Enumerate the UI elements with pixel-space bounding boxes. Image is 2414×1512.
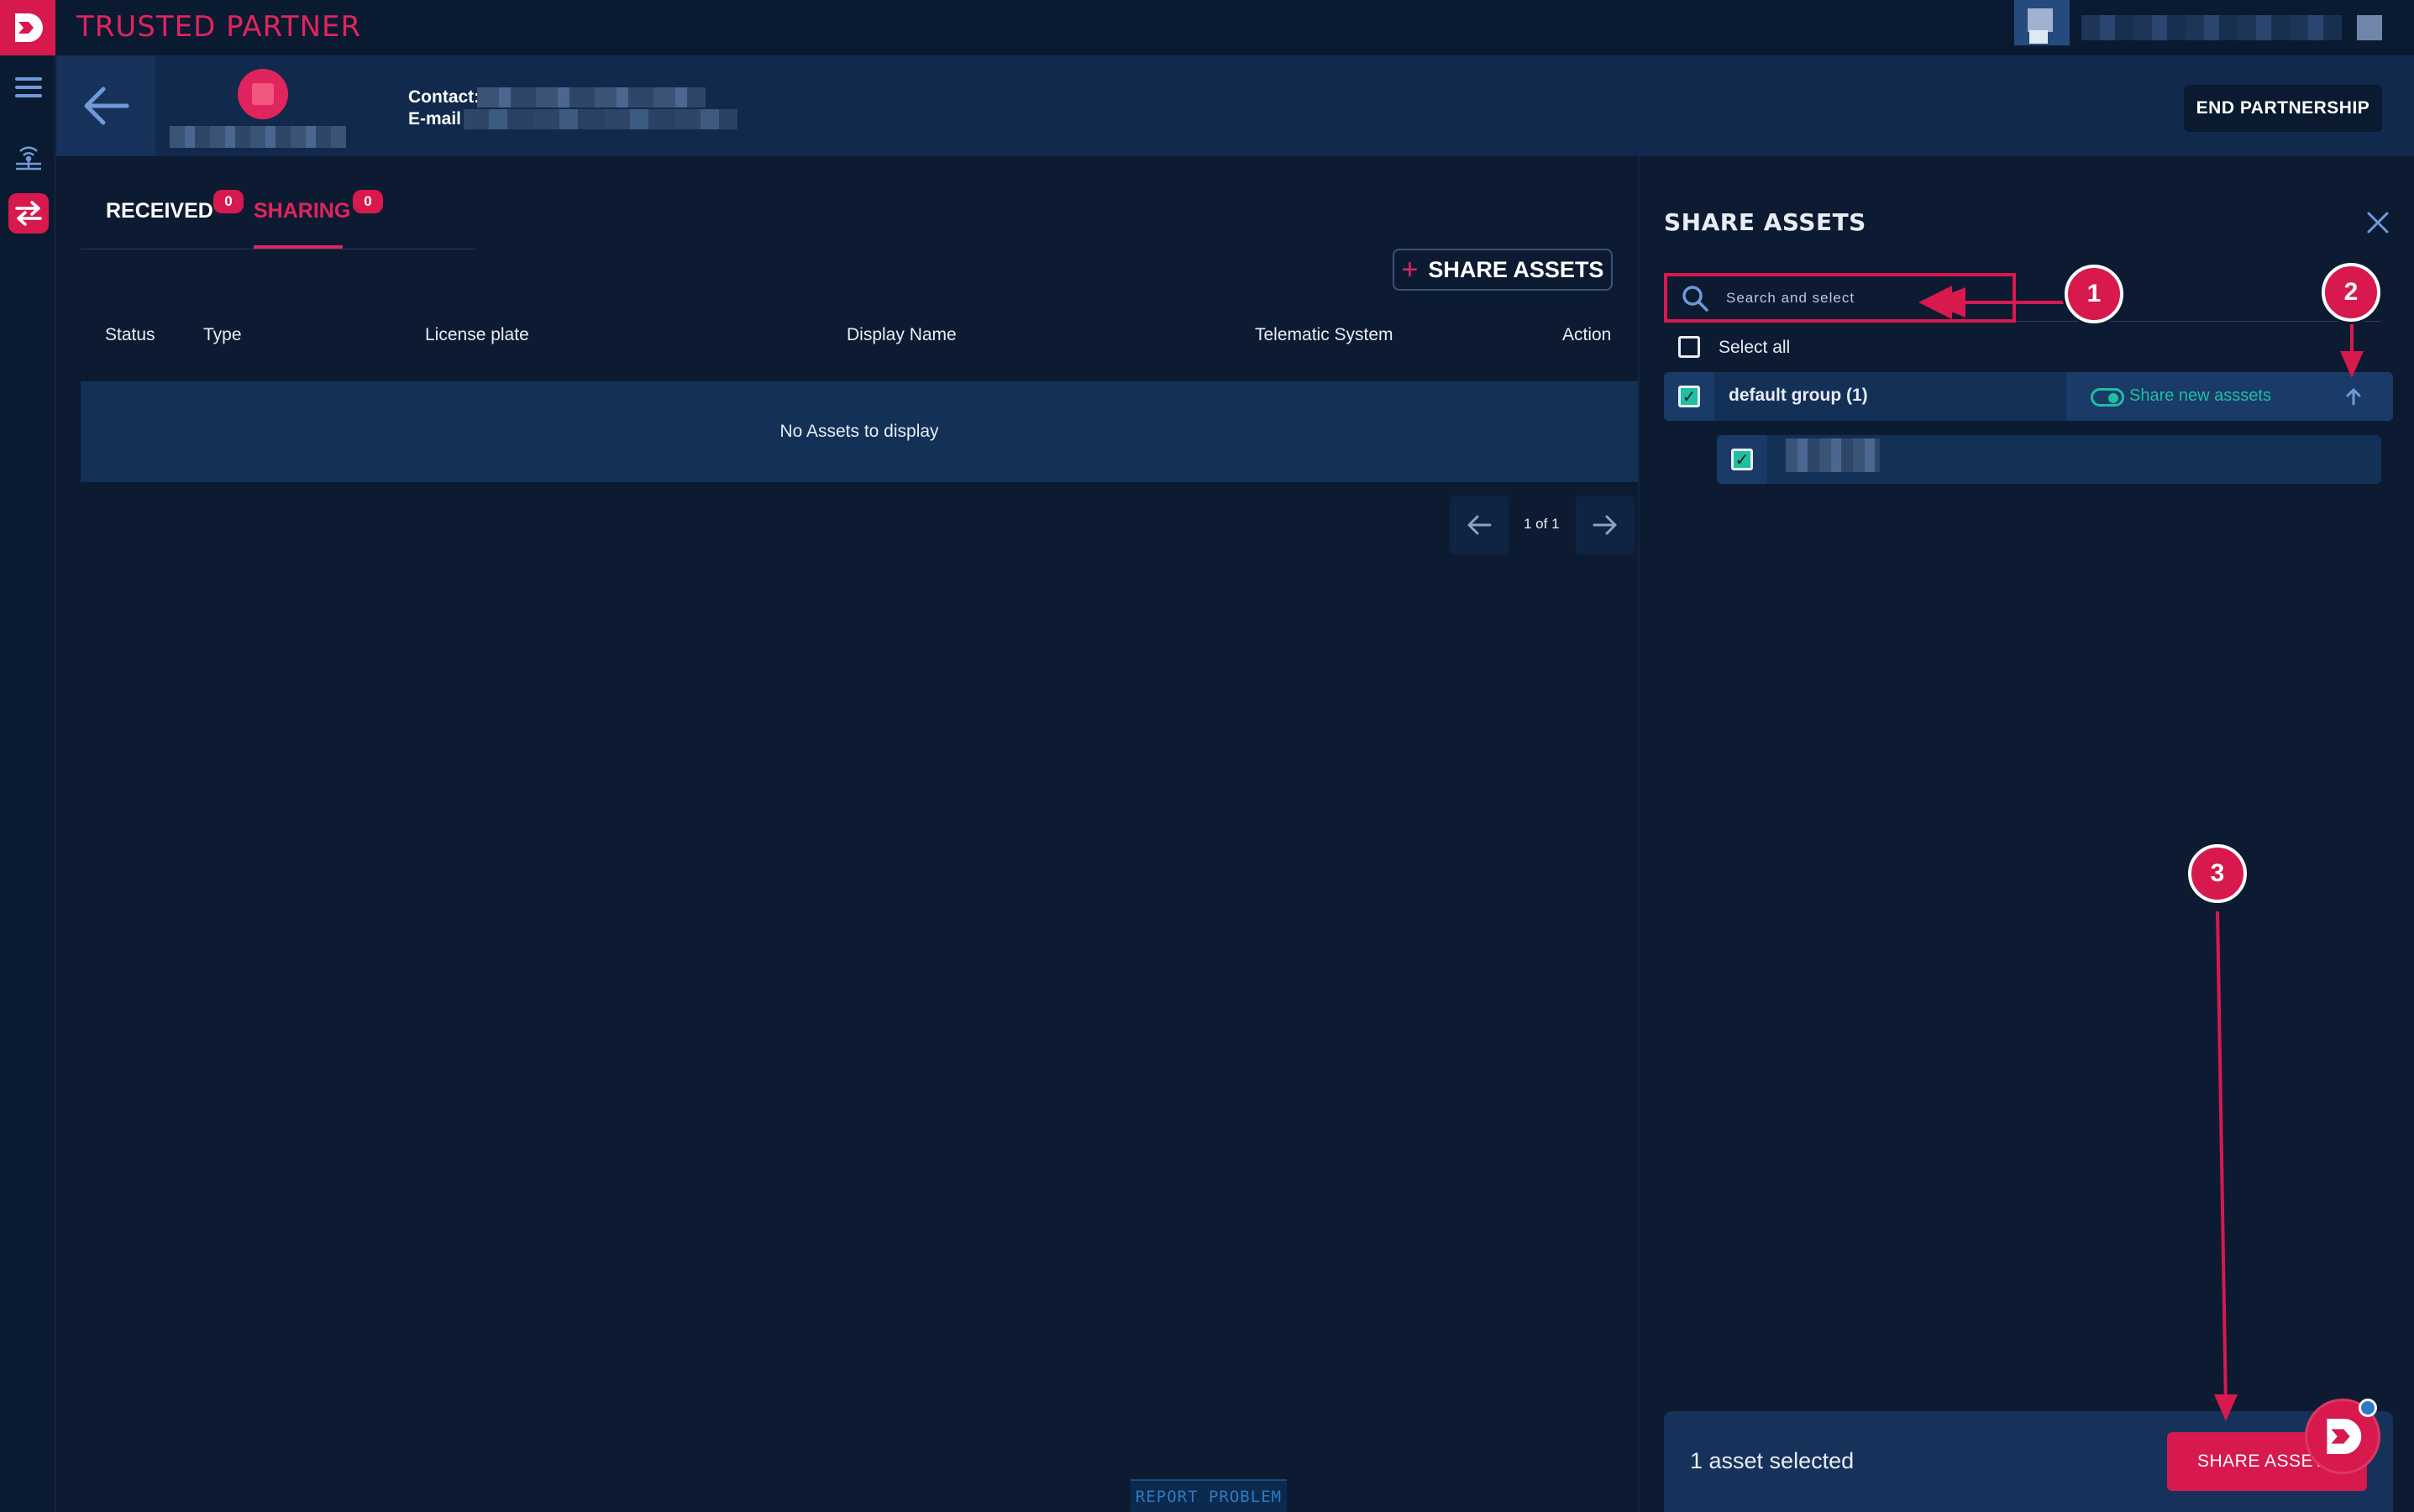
asset-checkbox-cell[interactable]: ✓ xyxy=(1717,435,1767,484)
arrow-right-icon xyxy=(1593,515,1617,535)
swap-arrows-icon[interactable] xyxy=(8,193,49,234)
hamburger-menu-icon[interactable] xyxy=(8,67,49,108)
share-new-assets-toggle[interactable] xyxy=(2091,388,2124,407)
brand-logo-icon[interactable] xyxy=(0,0,55,55)
arrow-up-icon[interactable] xyxy=(2343,386,2364,407)
asset-name-redacted xyxy=(1786,438,1880,472)
select-all-label[interactable]: Select all xyxy=(1719,338,1790,358)
panel-divider xyxy=(1638,156,1640,1512)
tab-received[interactable]: RECEIVED xyxy=(106,199,213,223)
toggle-knob xyxy=(2108,393,2118,403)
column-header-action[interactable]: Action xyxy=(1562,325,1611,345)
sharing-count-badge: 0 xyxy=(353,190,383,213)
brand-logo-icon xyxy=(2327,1418,2362,1455)
annotation-arrows xyxy=(1918,286,2364,1421)
app-title: TRUSTED PARTNER xyxy=(76,10,362,44)
received-count-badge: 0 xyxy=(213,190,244,213)
close-icon[interactable] xyxy=(2365,210,2390,235)
search-placeholder: Search and select xyxy=(1726,289,1855,306)
user-avatar[interactable] xyxy=(2014,0,2070,45)
column-header-telematic-system[interactable]: Telematic System xyxy=(1255,325,1393,345)
share-assets-label: SHARE ASSETS xyxy=(1428,256,1604,282)
asset-checkbox[interactable]: ✓ xyxy=(1731,449,1753,470)
column-header-status[interactable]: Status xyxy=(105,325,155,345)
selected-count: 1 asset selected xyxy=(1690,1448,1855,1473)
notification-dot xyxy=(2359,1399,2377,1417)
back-button[interactable] xyxy=(56,55,155,156)
select-all-checkbox[interactable] xyxy=(1678,336,1700,358)
group-label[interactable]: default group (1) xyxy=(1729,386,1868,406)
user-menu-redacted[interactable] xyxy=(2357,15,2382,40)
page-info: 1 of 1 xyxy=(1524,516,1560,532)
contact-value-redacted xyxy=(477,87,706,108)
prev-page-button[interactable] xyxy=(1450,496,1509,554)
report-problem-button[interactable]: REPORT PROBLEM xyxy=(1131,1479,1287,1512)
email-label: E-mail : xyxy=(408,109,472,129)
search-input[interactable]: Search and select xyxy=(1664,273,2016,323)
active-tab-indicator xyxy=(254,245,343,249)
share-new-assets-label[interactable]: Share new asssets xyxy=(2129,386,2271,406)
search-icon xyxy=(1682,285,1708,312)
share-assets-button[interactable]: + SHARE ASSETS xyxy=(1393,249,1613,291)
signal-icon[interactable] xyxy=(8,136,49,176)
annotation-marker-3: 3 xyxy=(2188,844,2247,903)
column-header-type[interactable]: Type xyxy=(203,325,242,345)
arrow-left-icon xyxy=(84,87,129,125)
annotation-marker-2: 2 xyxy=(2322,263,2380,322)
group-checkbox-cell[interactable]: ✓ xyxy=(1664,372,1714,421)
partner-avatar xyxy=(238,69,288,119)
annotation-marker-1: 1 xyxy=(2065,265,2123,323)
arrow-left-icon xyxy=(1467,515,1492,535)
plus-icon: + xyxy=(1401,253,1419,286)
end-partnership-button[interactable]: END PARTNERSHIP xyxy=(2184,85,2382,132)
column-header-license-plate[interactable]: License plate xyxy=(425,325,529,345)
user-name-redacted xyxy=(2081,15,2342,40)
tab-sharing[interactable]: SHARING xyxy=(254,199,350,223)
sidebar xyxy=(0,55,55,1512)
contact-label: Contact: xyxy=(408,87,480,107)
column-header-display-name[interactable]: Display Name xyxy=(847,325,957,345)
empty-table-message: No Assets to display xyxy=(81,381,1638,482)
next-page-button[interactable] xyxy=(1576,496,1635,554)
email-value-redacted xyxy=(464,109,737,129)
group-checkbox[interactable]: ✓ xyxy=(1678,386,1700,407)
partner-name-redacted xyxy=(170,126,346,148)
panel-title: SHARE ASSETS xyxy=(1664,208,1866,236)
